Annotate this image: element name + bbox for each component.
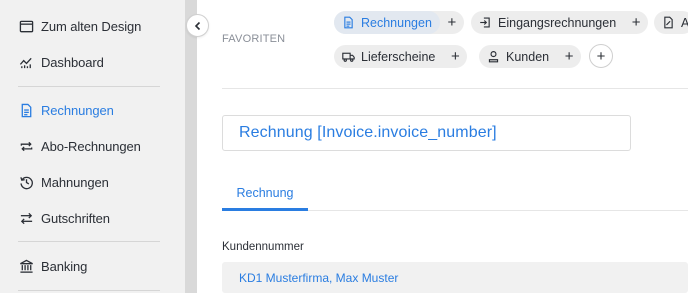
sidebar-item-label: Rechnungen [41,102,114,118]
favorite-label: Rechnungen [361,15,432,30]
document-icon [341,16,355,30]
repeat-icon [18,138,34,154]
file-icon [661,16,675,30]
user-icon [486,50,500,64]
sidebar-item-mahnungen[interactable]: Mahnungen [0,167,185,197]
exchange-icon [18,210,34,226]
document-icon [18,102,34,118]
favorites-label: FAVORITEN [222,33,286,45]
favorite-label: Eingangsrechnungen [498,15,617,30]
sidebar-divider [18,86,160,87]
chart-icon [18,54,34,70]
sidebar-item-label: Banking [41,258,88,274]
add-button[interactable]: + [557,45,581,68]
add-favorite-button[interactable]: + [589,44,613,68]
customer-number-link[interactable]: KD1 Musterfirma, Max Muster [239,271,398,285]
favorite-link-eingangsrechnungen[interactable]: Eingangsrechnungen [471,11,624,34]
sidebar-item-label: Zum alten Design [41,18,142,34]
favorite-link-rechnungen[interactable]: Rechnungen [334,11,440,34]
document-title-box[interactable]: Rechnung [Invoice.invoice_number] [222,115,631,151]
favorite-chip-an: An [654,11,688,34]
bank-icon [18,258,34,274]
favorite-chip-rechnungen: Rechnungen + [334,11,464,34]
collapse-sidebar-button[interactable] [186,14,209,37]
add-button[interactable]: + [443,45,467,68]
sidebar-divider [18,241,160,242]
favorite-link-lieferscheine[interactable]: Lieferscheine [334,45,443,68]
customer-number-field[interactable]: KD1 Musterfirma, Max Muster [222,262,688,293]
favorite-link-an[interactable]: An [654,11,688,34]
sidebar-item-label: Mahnungen [41,174,109,190]
sidebar-item-label: Abo-Rechnungen [41,138,141,154]
favorite-label: Kunden [506,49,550,64]
window-icon [18,18,34,34]
sidebar-item-label: Gutschriften [41,210,110,226]
customer-number-label: Kundennummer [222,241,304,253]
sidebar-divider [18,290,160,291]
sidebar-item-abo-rechnungen[interactable]: Abo-Rechnungen [0,131,185,161]
tab-active-indicator [222,208,308,211]
sidebar-item-old-design[interactable]: Zum alten Design [0,11,185,41]
sidebar-item-dashboard[interactable]: Dashboard [0,47,185,77]
favorite-chip-kunden: Kunden + [479,45,582,68]
favorite-label: An [681,15,688,30]
sidebar-item-rechnungen[interactable]: Rechnungen [0,95,185,125]
sidebar: Zum alten Design Dashboard Rechnungen Ab… [0,0,185,293]
sidebar-item-label: Dashboard [41,54,104,70]
tab-rechnung[interactable]: Rechnung [222,176,308,210]
sidebar-scrollbar[interactable] [185,0,197,293]
add-button[interactable]: + [624,11,648,34]
tab-label: Rechnung [236,186,294,200]
truck-icon [341,50,355,64]
favorite-label: Lieferscheine [361,49,436,64]
chevron-left-icon [194,21,200,30]
page-title: Rechnung [Invoice.invoice_number] [239,124,497,141]
favorite-chip-lieferscheine: Lieferscheine + [334,45,468,68]
favorite-chip-eingangsrechnungen: Eingangsrechnungen + [471,11,649,34]
sidebar-item-banking[interactable]: Banking [0,251,185,281]
add-button[interactable]: + [440,11,464,34]
header-divider [222,88,688,89]
import-icon [478,16,492,30]
favorite-link-kunden[interactable]: Kunden [479,45,557,68]
sidebar-item-gutschriften[interactable]: Gutschriften [0,203,185,233]
history-icon [18,174,34,190]
